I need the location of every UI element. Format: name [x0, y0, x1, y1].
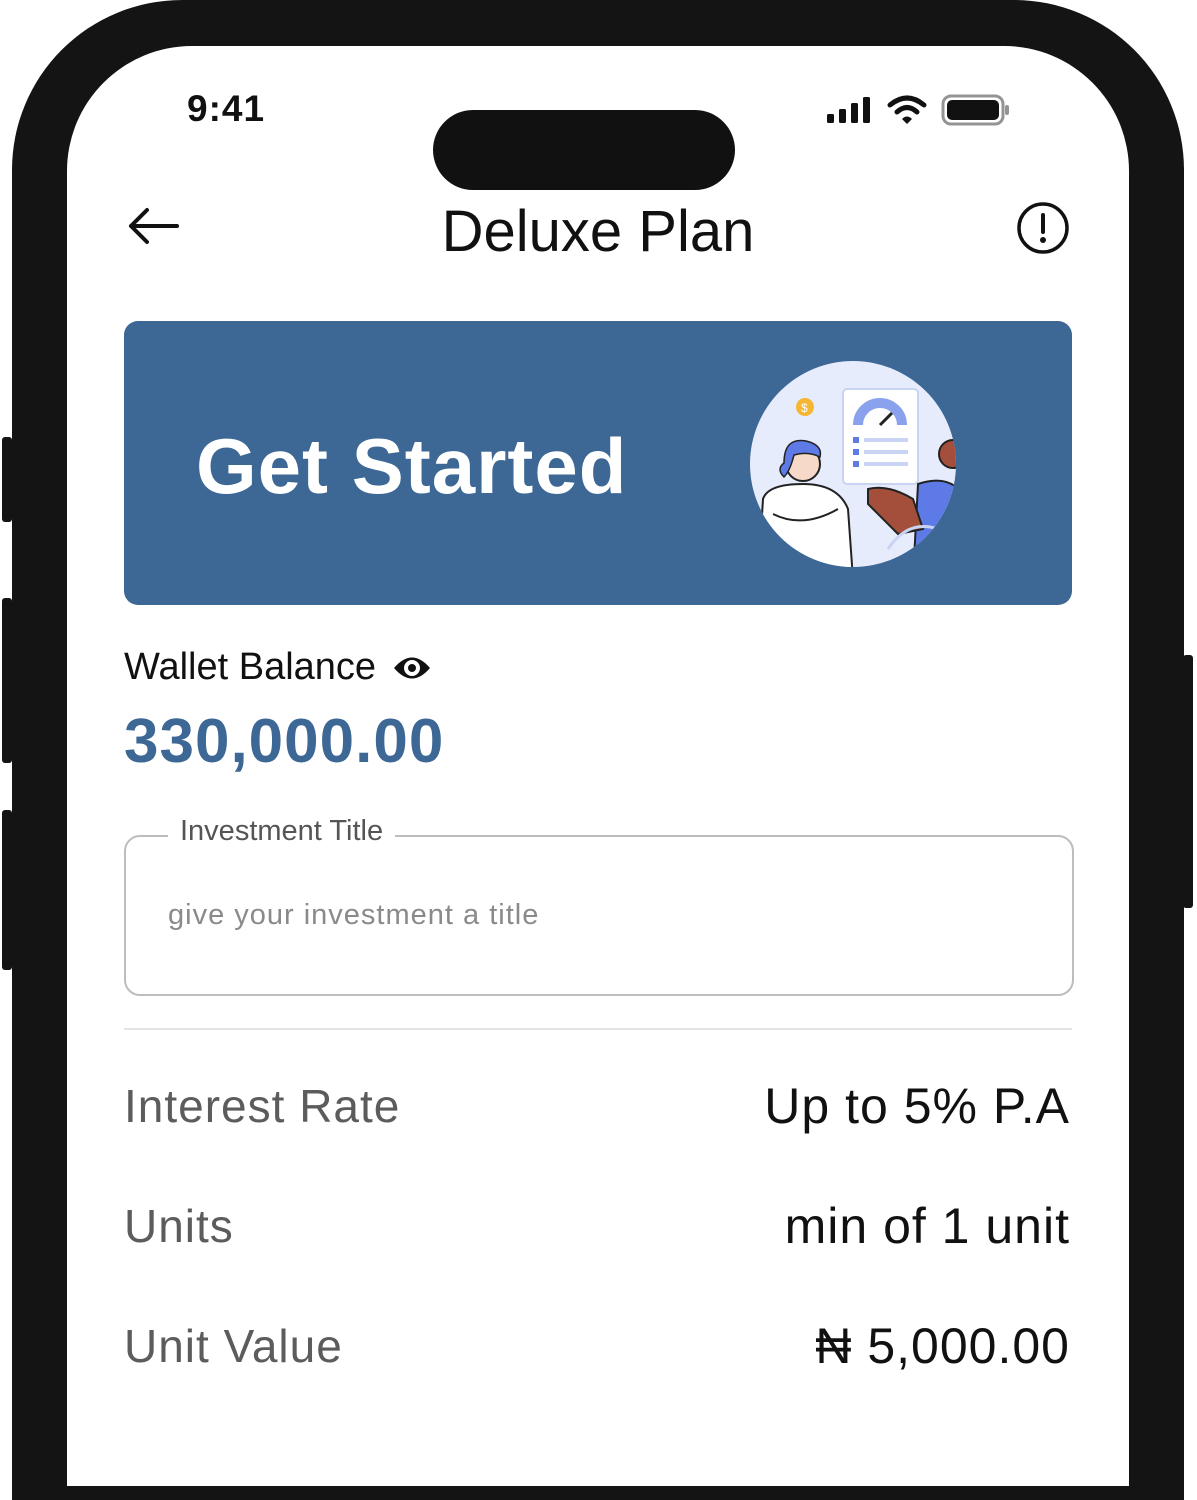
status-time: 9:41 [187, 88, 266, 129]
detail-row-units: Units min of 1 unit [124, 1196, 1070, 1256]
app-screen: 9:41 Deluxe Plan Get Started $ Wallet Ba… [67, 46, 1129, 1486]
signal-icon [827, 97, 870, 123]
interest-rate-value: Up to 5% P.A [764, 1078, 1070, 1134]
svg-text:$: $ [801, 401, 808, 415]
investment-title-field[interactable]: Investment Title [124, 815, 1074, 996]
investment-title-input[interactable] [166, 889, 1030, 941]
banner-title: Get Started [196, 422, 628, 510]
wifi-icon [887, 95, 927, 124]
status-icons [825, 90, 1011, 130]
battery-icon [941, 94, 1009, 126]
wallet-balance-label-row: Wallet Balance [124, 646, 432, 689]
divider [124, 1028, 1072, 1030]
investment-title-label: Investment Title [168, 815, 396, 848]
interest-rate-label: Interest Rate [124, 1080, 401, 1132]
wallet-balance-amount: 330,000.00 [124, 707, 445, 776]
get-started-banner[interactable]: Get Started $ [124, 321, 1072, 605]
toggle-balance-visibility-button[interactable] [392, 653, 432, 683]
info-circle-icon [1017, 202, 1069, 254]
detail-row-unit-value: Unit Value ₦ 5,000.00 [124, 1316, 1070, 1376]
page-title: Deluxe Plan [441, 199, 755, 264]
units-label: Units [124, 1200, 234, 1252]
eye-icon [394, 657, 431, 678]
mute-switch [2, 437, 12, 522]
info-button[interactable] [1015, 200, 1071, 256]
wallet-balance-label: Wallet Balance [124, 646, 377, 688]
unit-value-amount: ₦ 5,000.00 [815, 1318, 1070, 1374]
dynamic-island [433, 110, 735, 190]
units-value: min of 1 unit [784, 1198, 1070, 1254]
volume-up-button [2, 598, 12, 763]
investment-consultation-illustration: $ [750, 361, 956, 567]
volume-down-button [2, 810, 12, 970]
unit-value-label: Unit Value [124, 1320, 343, 1372]
detail-row-interest-rate: Interest Rate Up to 5% P.A [124, 1076, 1070, 1136]
power-button [1183, 655, 1193, 908]
